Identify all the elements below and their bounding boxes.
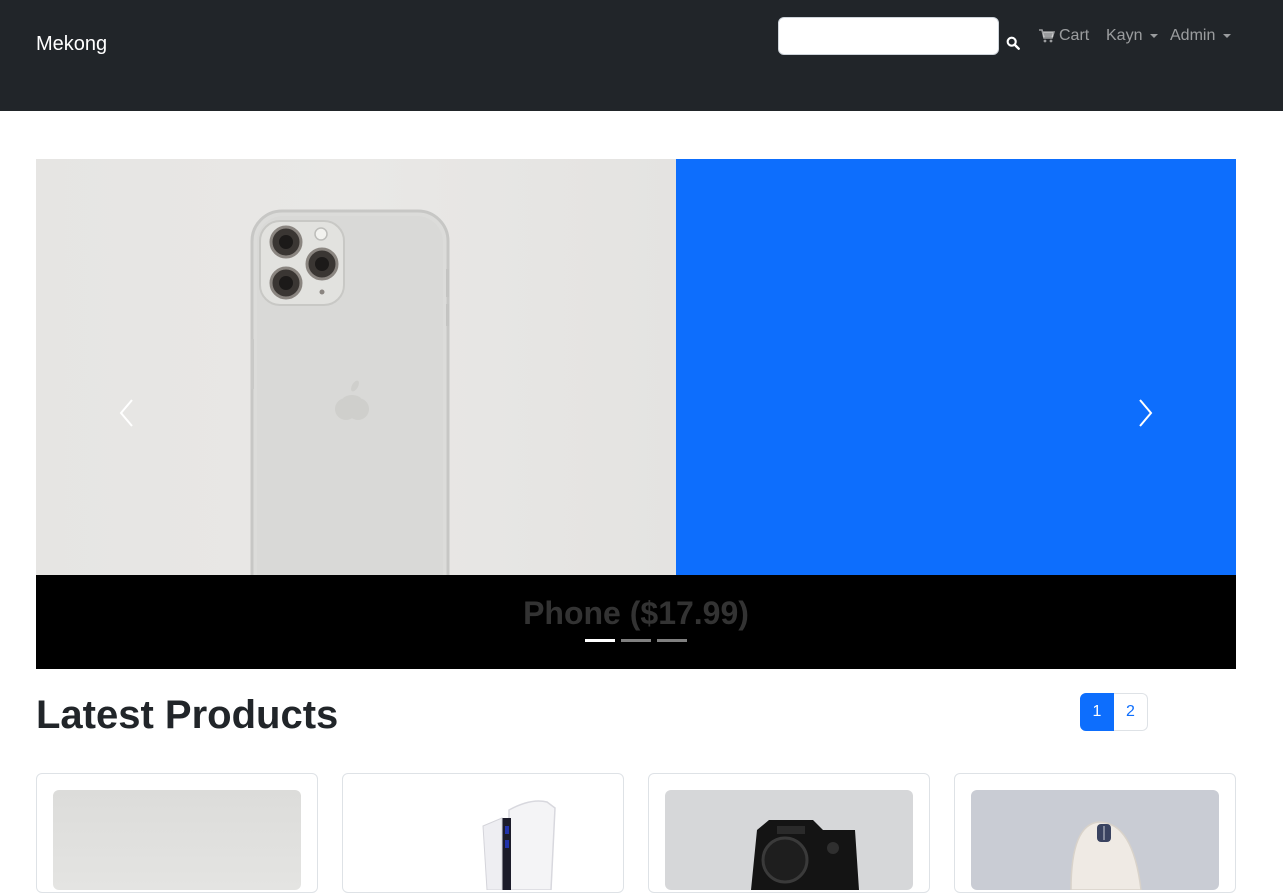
product-card[interactable] (36, 773, 318, 893)
latest-products-heading: Latest Products (36, 693, 339, 737)
user-menu-dropdown[interactable]: Kayn (1106, 27, 1159, 45)
product-image[interactable] (359, 790, 607, 890)
cart-icon (1039, 29, 1055, 43)
carousel-indicator-3[interactable] (657, 639, 687, 642)
top-navbar: Mekong Cart Kayn Admin (0, 0, 1283, 111)
product-image[interactable] (665, 790, 913, 890)
chevron-left-icon (119, 399, 133, 427)
search-icon (1006, 36, 1020, 50)
admin-menu-label: Admin (1170, 27, 1216, 44)
carousel-prev-button[interactable] (112, 395, 142, 431)
chevron-down-icon (1223, 34, 1232, 38)
cart-label: Cart (1059, 27, 1090, 44)
mouse-illustration (1070, 821, 1142, 890)
admin-menu-dropdown[interactable]: Admin (1170, 27, 1232, 45)
carousel-indicator-1[interactable] (585, 639, 615, 642)
product-image[interactable] (971, 790, 1219, 890)
console-illustration (482, 800, 556, 890)
carousel-next-button[interactable] (1130, 395, 1160, 431)
pagination: 1 2 (1080, 693, 1148, 731)
phone-product-image[interactable] (36, 159, 676, 575)
carousel-indicator-2[interactable] (621, 639, 651, 642)
chevron-right-icon (1139, 399, 1153, 427)
chevron-down-icon (1150, 34, 1159, 38)
carousel-indicators (585, 639, 687, 642)
cart-link[interactable]: Cart (1039, 27, 1089, 45)
search-button[interactable] (1006, 36, 1024, 54)
product-image[interactable] (53, 790, 301, 890)
page-link-1[interactable]: 1 (1080, 693, 1114, 731)
user-menu-label: Kayn (1106, 27, 1143, 44)
phone-illustration (250, 209, 450, 575)
product-carousel: Phone ($17.99) (36, 159, 1236, 669)
camera-illustration (751, 820, 859, 890)
carousel-caption: Phone ($17.99) (523, 595, 749, 631)
product-card[interactable] (648, 773, 930, 893)
brand-link[interactable]: Mekong (36, 33, 107, 56)
next-slide-preview (676, 159, 1236, 575)
product-card[interactable] (342, 773, 624, 893)
page-link-2[interactable]: 2 (1114, 693, 1148, 731)
product-card[interactable] (954, 773, 1236, 893)
search-input[interactable] (778, 17, 999, 55)
